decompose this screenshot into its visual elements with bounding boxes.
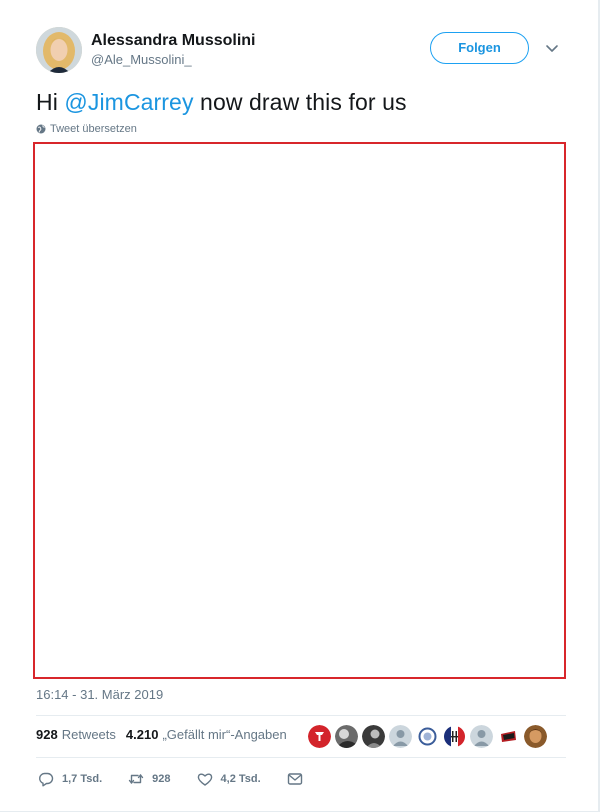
liker-avatar[interactable]: [416, 725, 439, 748]
retweet-button[interactable]: 928: [128, 771, 171, 787]
divider: [36, 715, 566, 716]
tweet-text-start: Hi: [36, 89, 65, 115]
user-fullname[interactable]: Alessandra Mussolini: [91, 31, 256, 51]
mention-link[interactable]: @JimCarrey: [64, 89, 193, 115]
heart-icon: [197, 773, 212, 786]
like-button[interactable]: 4,2 Tsd.: [197, 771, 261, 787]
liker-avatar[interactable]: [443, 725, 466, 748]
translate-tweet-link[interactable]: Tweet übersetzen: [36, 122, 137, 136]
user-names: Alessandra Mussolini @Ale_Mussolini_: [91, 31, 256, 68]
liker-avatar[interactable]: [389, 725, 412, 748]
tweet-header: Alessandra Mussolini @Ale_Mussolini_ Fol…: [36, 27, 566, 77]
liker-avatar[interactable]: [497, 725, 520, 748]
like-count: 4,2 Tsd.: [220, 773, 261, 785]
likes-count: 4.210: [125, 727, 159, 742]
liker-avatar[interactable]: [362, 725, 385, 748]
retweets-stat[interactable]: 928 Retweets: [36, 727, 116, 742]
divider: [36, 757, 566, 758]
globe-icon: [36, 124, 46, 134]
retweet-icon: [128, 774, 144, 784]
liker-avatar[interactable]: [524, 725, 547, 748]
liker-avatar[interactable]: [335, 725, 358, 748]
retweets-count: 928: [36, 727, 58, 742]
reply-count: 1,7 Tsd.: [62, 773, 103, 785]
tweet-stats: 928 Retweets 4.210 „Gefällt mir“-Angaben: [36, 727, 287, 742]
tweet-actions: 1,7 Tsd. 928 4,2 Tsd.: [38, 771, 329, 787]
direct-message-button[interactable]: [287, 771, 303, 787]
liker-avatars: [308, 725, 547, 748]
tweet-text-end: now draw this for us: [193, 89, 407, 115]
tweet-timestamp[interactable]: 16:14 - 31. März 2019: [36, 687, 163, 702]
liker-avatar[interactable]: [308, 725, 331, 748]
envelope-icon: [287, 773, 302, 785]
likes-stat[interactable]: 4.210 „Gefällt mir“-Angaben: [126, 727, 287, 742]
avatar[interactable]: [36, 27, 82, 73]
reply-icon: [39, 772, 54, 787]
user-handle[interactable]: @Ale_Mussolini_: [91, 52, 256, 68]
likes-label: „Gefällt mir“-Angaben: [162, 727, 287, 742]
retweet-count: 928: [152, 773, 171, 785]
tweet-text: Hi @JimCarrey now draw this for us: [36, 87, 407, 117]
chevron-down-icon[interactable]: [544, 40, 560, 56]
liker-avatar[interactable]: [470, 725, 493, 748]
retweets-label: Retweets: [61, 727, 116, 742]
tweet-media-image[interactable]: [33, 142, 566, 679]
follow-button[interactable]: Folgen: [430, 32, 529, 64]
reply-button[interactable]: 1,7 Tsd.: [38, 771, 102, 787]
translate-label: Tweet übersetzen: [50, 123, 137, 135]
